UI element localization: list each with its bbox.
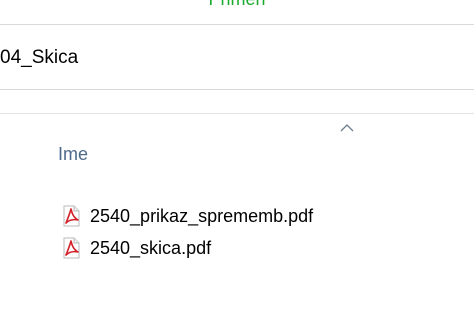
window-title-bar: Primeri <box>0 0 474 24</box>
window-title: Primeri <box>0 0 474 9</box>
pdf-file-icon <box>63 205 80 227</box>
column-header-label: Ime <box>58 144 89 164</box>
address-bar[interactable]: 04_Skica <box>0 24 474 90</box>
file-row[interactable]: 2540_skica.pdf <box>60 232 313 264</box>
pdf-file-icon <box>63 237 80 259</box>
column-header-name[interactable]: Ime <box>46 124 466 168</box>
file-name: 2540_prikaz_sprememb.pdf <box>90 206 314 226</box>
address-path[interactable]: 04_Skica <box>0 47 78 69</box>
file-row[interactable]: 2540_prikaz_sprememb.pdf <box>60 200 313 232</box>
file-pane: Ime 2540_prikaz_sprememb.pdf 2540_skica.… <box>0 114 474 320</box>
file-list: 2540_prikaz_sprememb.pdf 2540_skica.pdf <box>60 200 313 264</box>
sort-ascending-icon <box>340 124 354 132</box>
file-name: 2540_skica.pdf <box>90 238 212 258</box>
toolbar-spacer <box>0 90 474 114</box>
